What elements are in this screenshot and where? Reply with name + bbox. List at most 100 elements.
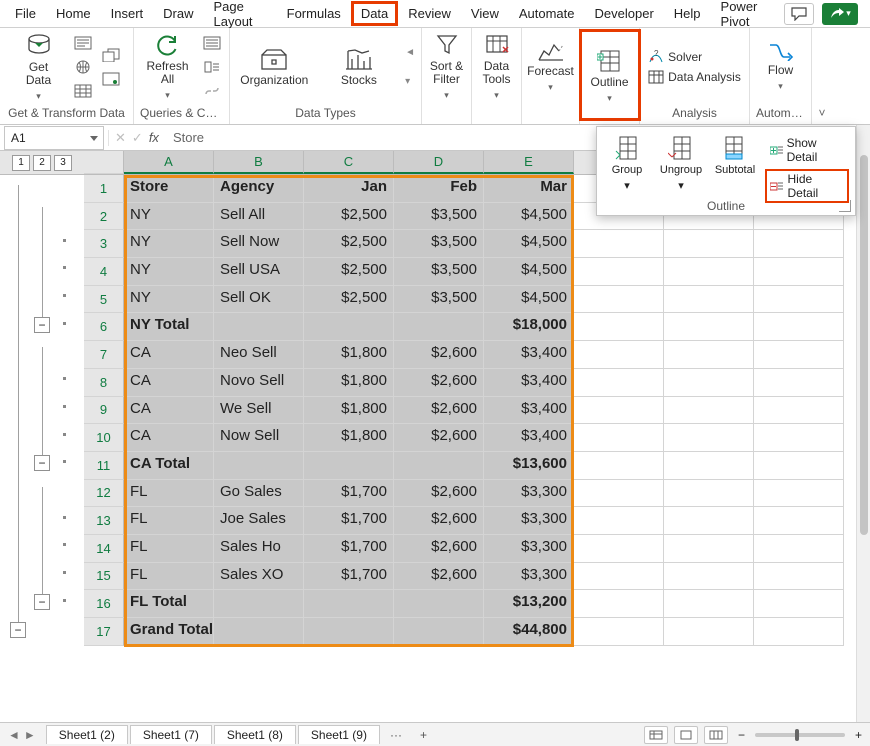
tab-insert[interactable]: Insert <box>102 2 153 25</box>
cell-4-C[interactable]: $2,500 <box>304 258 394 286</box>
cell-11-B[interactable] <box>214 452 304 480</box>
cell-11-G[interactable] <box>664 452 754 480</box>
solver-button[interactable]: ? Solver <box>648 50 702 64</box>
cell-17-F[interactable] <box>574 618 664 646</box>
get-data-button[interactable]: Get Data ▾ <box>13 32 65 103</box>
cell-15-C[interactable]: $1,700 <box>304 563 394 591</box>
refresh-all-button[interactable]: Refresh All ▾ <box>142 33 194 102</box>
view-normal-icon[interactable] <box>644 726 668 744</box>
outline-level-2[interactable]: 2 <box>33 155 51 171</box>
tab-review[interactable]: Review <box>399 2 460 25</box>
cell-16-C[interactable] <box>304 590 394 618</box>
outline-level-1[interactable]: 1 <box>12 155 30 171</box>
cell-10-A[interactable]: CA <box>124 424 214 452</box>
select-all-corner[interactable] <box>84 151 124 174</box>
cell-4-F[interactable] <box>574 258 664 286</box>
col-head-A[interactable]: A <box>124 151 214 174</box>
cell-15-G[interactable] <box>664 563 754 591</box>
cell-12-F[interactable] <box>574 480 664 508</box>
cell-17-C[interactable] <box>304 618 394 646</box>
row-head-9[interactable]: 9 <box>84 397 124 425</box>
cell-7-H[interactable] <box>754 341 844 369</box>
cell-11-C[interactable] <box>304 452 394 480</box>
vertical-scrollbar[interactable] <box>856 125 870 722</box>
cell-13-D[interactable]: $2,600 <box>394 507 484 535</box>
sheet-more[interactable]: ··· <box>382 728 410 742</box>
cell-7-B[interactable]: Neo Sell <box>214 341 304 369</box>
cell-2-E[interactable]: $4,500 <box>484 203 574 231</box>
properties-icon[interactable] <box>202 57 222 77</box>
cell-11-A[interactable]: CA Total <box>124 452 214 480</box>
cell-2-C[interactable]: $2,500 <box>304 203 394 231</box>
fx-icon[interactable]: fx <box>149 130 159 145</box>
cell-8-A[interactable]: CA <box>124 369 214 397</box>
cell-14-D[interactable]: $2,600 <box>394 535 484 563</box>
show-detail-button[interactable]: Show Detail <box>767 135 847 165</box>
cell-8-E[interactable]: $3,400 <box>484 369 574 397</box>
outline-button[interactable]: Outline ▾ <box>582 32 638 118</box>
accept-formula-icon[interactable]: ✓ <box>132 130 143 146</box>
cell-14-C[interactable]: $1,700 <box>304 535 394 563</box>
cancel-formula-icon[interactable]: ✕ <box>115 130 126 146</box>
cell-13-E[interactable]: $3,300 <box>484 507 574 535</box>
cell-3-A[interactable]: NY <box>124 230 214 258</box>
cell-15-H[interactable] <box>754 563 844 591</box>
datatype-stocks[interactable]: Stocks <box>321 47 398 87</box>
edit-links-icon[interactable] <box>202 81 222 101</box>
subtotal-button[interactable]: Subtotal <box>713 135 757 176</box>
row-head-7[interactable]: 7 <box>84 341 124 369</box>
ungroup-button[interactable]: Ungroup▾ <box>659 135 703 192</box>
tab-draw[interactable]: Draw <box>154 2 202 25</box>
cell-17-A[interactable]: Grand Total <box>124 618 214 646</box>
share-button[interactable]: ▾ <box>822 3 858 25</box>
row-head-14[interactable]: 14 <box>84 535 124 563</box>
datatype-prev-icon[interactable]: ◄ <box>405 47 415 58</box>
cell-4-H[interactable] <box>754 258 844 286</box>
cell-11-D[interactable] <box>394 452 484 480</box>
sheet-tab-3[interactable]: Sheet1 (8) <box>214 725 296 744</box>
row-head-13[interactable]: 13 <box>84 507 124 535</box>
ribbon-collapse-icon[interactable]: ˅ <box>812 28 832 124</box>
cell-4-B[interactable]: Sell USA <box>214 258 304 286</box>
cell-7-A[interactable]: CA <box>124 341 214 369</box>
cell-10-E[interactable]: $3,400 <box>484 424 574 452</box>
cell-12-B[interactable]: Go Sales <box>214 480 304 508</box>
row-head-1[interactable]: 1 <box>84 175 124 203</box>
sheet-nav[interactable]: ◄► <box>0 728 44 742</box>
cell-8-C[interactable]: $1,800 <box>304 369 394 397</box>
cell-7-G[interactable] <box>664 341 754 369</box>
queries-icon[interactable] <box>202 33 222 53</box>
row-head-10[interactable]: 10 <box>84 424 124 452</box>
cell-5-E[interactable]: $4,500 <box>484 286 574 314</box>
cell-3-D[interactable]: $3,500 <box>394 230 484 258</box>
cell-5-A[interactable]: NY <box>124 286 214 314</box>
cell-8-D[interactable]: $2,600 <box>394 369 484 397</box>
cell-13-G[interactable] <box>664 507 754 535</box>
cell-14-E[interactable]: $3,300 <box>484 535 574 563</box>
cell-14-G[interactable] <box>664 535 754 563</box>
cell-2-B[interactable]: Sell All <box>214 203 304 231</box>
cell-10-B[interactable]: Now Sell <box>214 424 304 452</box>
cell-4-D[interactable]: $3,500 <box>394 258 484 286</box>
row-head-12[interactable]: 12 <box>84 480 124 508</box>
data-tools-button[interactable]: Data Tools ▾ <box>478 33 515 102</box>
name-box[interactable]: A1 <box>4 126 104 150</box>
cell-1-E[interactable]: Mar <box>484 175 574 203</box>
cell-6-F[interactable] <box>574 313 664 341</box>
flow-button[interactable]: Flow ▾ <box>756 41 805 93</box>
cell-5-H[interactable] <box>754 286 844 314</box>
data-analysis-button[interactable]: Data Analysis <box>648 70 741 84</box>
cell-1-A[interactable]: Store <box>124 175 214 203</box>
cell-10-D[interactable]: $2,600 <box>394 424 484 452</box>
cell-8-B[interactable]: Novo Sell <box>214 369 304 397</box>
cell-9-C[interactable]: $1,800 <box>304 397 394 425</box>
sheet-tab-4[interactable]: Sheet1 (9) <box>298 725 380 744</box>
tab-automate[interactable]: Automate <box>510 2 584 25</box>
tab-data[interactable]: Data <box>352 2 397 25</box>
cell-17-D[interactable] <box>394 618 484 646</box>
cell-12-C[interactable]: $1,700 <box>304 480 394 508</box>
cell-3-C[interactable]: $2,500 <box>304 230 394 258</box>
cell-9-G[interactable] <box>664 397 754 425</box>
recent-sources-icon[interactable] <box>101 45 121 65</box>
cell-3-E[interactable]: $4,500 <box>484 230 574 258</box>
